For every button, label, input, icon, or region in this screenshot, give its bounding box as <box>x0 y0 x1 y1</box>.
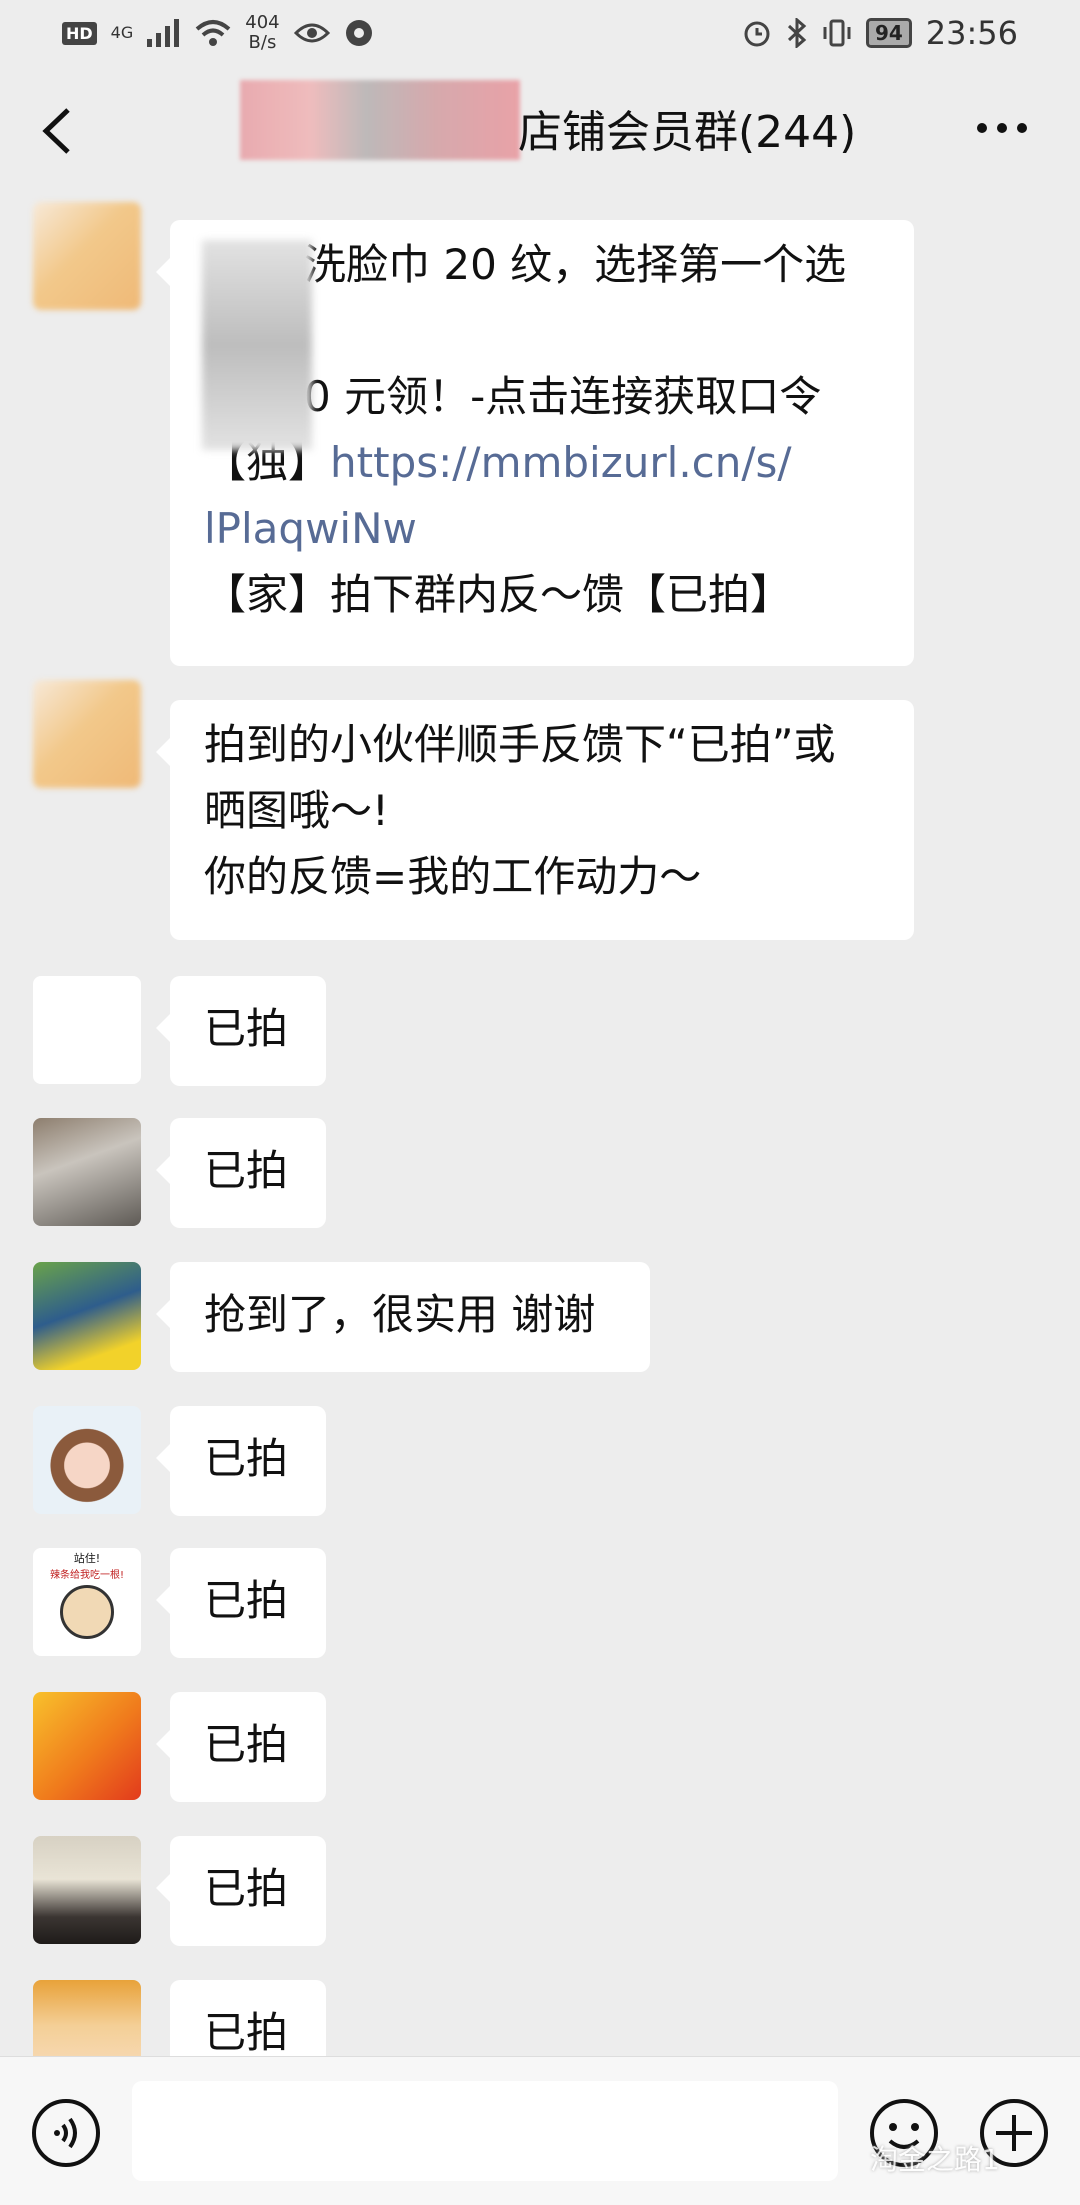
speed-value: 404 <box>245 12 280 33</box>
blurred-sender-block <box>202 240 312 450</box>
avatar[interactable] <box>33 1980 141 2056</box>
app-notification-icon <box>345 20 372 46</box>
message-bubble[interactable]: 已拍 <box>156 1836 326 1946</box>
avatar[interactable] <box>33 1836 141 1944</box>
speed-unit: B/s <box>248 32 277 53</box>
status-bar: HD 4G 404 B/s 94 23:56 <box>0 0 1080 66</box>
network-speed: 404 B/s <box>245 13 279 53</box>
avatar[interactable] <box>33 976 141 1084</box>
avatar-caption: 辣条给我吃一根! <box>49 1570 124 1581</box>
message-input[interactable] <box>132 2081 838 2181</box>
back-arrow-icon[interactable] <box>34 106 80 156</box>
wifi-icon <box>195 20 231 46</box>
message-link[interactable]: lPlaqwiNw <box>204 496 880 562</box>
watermark: 淘金之路1 <box>870 2143 1000 2176</box>
avatar[interactable] <box>33 1406 141 1514</box>
hd-badge: HD <box>62 21 97 45</box>
message-link[interactable]: https://mmbizurl.cn/s/ <box>330 438 792 487</box>
avatar-caption: 站住! <box>73 1552 101 1565</box>
message-text: 已拍 <box>204 2008 289 2056</box>
message-bubble[interactable]: 已拍 <box>156 1118 326 1228</box>
avatar[interactable] <box>33 202 141 310</box>
voice-icon[interactable] <box>30 2097 102 2169</box>
clock: 23:56 <box>925 14 1018 52</box>
message-bubble[interactable]: 已拍 <box>156 1692 326 1802</box>
message-text: 已拍 <box>204 1004 289 1053</box>
message-line: 你的反馈=我的工作动力～ <box>204 852 702 901</box>
message-text: 抢到了，很实用 谢谢 <box>204 1290 596 1339</box>
page-title: 店铺会员群(244) <box>518 107 857 158</box>
message-bubble[interactable]: 抢到了，很实用 谢谢 <box>156 1262 650 1372</box>
message-bubble[interactable]: 洗脸巾 20 纹，选择第一个选 0 元领！-点击连接获取口令 【独】https:… <box>156 220 914 666</box>
avatar[interactable] <box>33 1118 141 1226</box>
message-line: 【家】拍下群内反～馈【已拍】 <box>204 570 793 619</box>
chat-header: 店铺会员群(244) <box>0 66 1080 200</box>
bluetooth-icon <box>787 18 807 48</box>
signal-icon <box>147 19 180 47</box>
avatar[interactable] <box>33 1692 141 1800</box>
network-label: 4G <box>110 23 134 42</box>
message-text: 已拍 <box>204 1864 289 1913</box>
message-line: 晒图哦～! <box>204 786 389 835</box>
message-bubble[interactable]: 已拍 <box>156 976 326 1086</box>
avatar[interactable] <box>33 1262 141 1370</box>
more-icon[interactable] <box>974 120 1030 136</box>
message-bubble[interactable]: 拍到的小伙伴顺手反馈下“已拍”或 晒图哦～! 你的反馈=我的工作动力～ <box>156 700 914 940</box>
blurred-group-name <box>240 80 520 160</box>
eye-icon <box>293 23 330 43</box>
message-line: 拍到的小伙伴顺手反馈下“已拍”或 <box>204 720 836 769</box>
message-text: 已拍 <box>204 1434 289 1483</box>
alarm-icon <box>744 21 770 47</box>
message-text: 已拍 <box>204 1146 289 1195</box>
message-text: 已拍 <box>204 1720 289 1769</box>
avatar[interactable] <box>33 680 141 788</box>
battery-indicator: 94 <box>865 18 912 48</box>
vibrate-icon <box>823 19 851 47</box>
avatar[interactable]: 站住! 辣条给我吃一根! <box>33 1548 141 1656</box>
input-toolbar <box>0 2056 1080 2205</box>
message-bubble[interactable]: 已拍 <box>170 1980 326 2056</box>
message-bubble[interactable]: 已拍 <box>156 1406 326 1516</box>
message-bubble[interactable]: 已拍 <box>156 1548 326 1658</box>
message-text: 已拍 <box>204 1576 289 1625</box>
